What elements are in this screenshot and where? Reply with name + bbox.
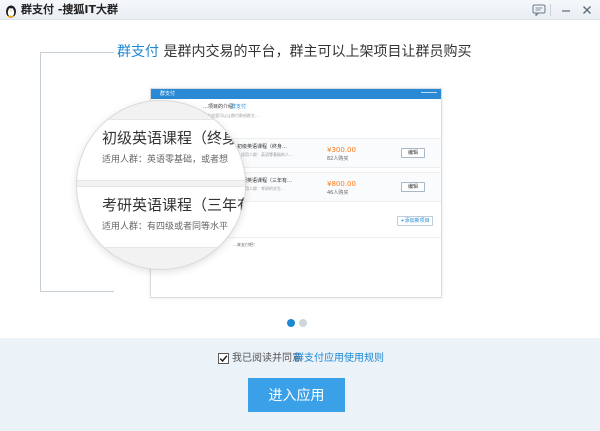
intro-headline: 群支付 是群内交易的平台，群主可以上架项目让群员购买	[117, 43, 471, 61]
preview-row-price: ¥800.00	[327, 180, 356, 188]
preview-header-link: 群支付	[231, 104, 247, 110]
agreement-checkbox[interactable]	[218, 353, 229, 364]
preview-window-controls	[421, 92, 437, 96]
checkmark-icon	[219, 355, 228, 363]
preview-row-price: ¥300.00	[327, 146, 356, 154]
preview-titlebar: 群支付	[151, 89, 441, 99]
carousel-pager	[287, 319, 311, 327]
penguin-icon	[4, 3, 18, 18]
preview-edit-button: 编辑	[401, 148, 425, 158]
preview-edit-button: 编辑	[401, 182, 425, 192]
pager-dot-active[interactable]	[287, 319, 295, 327]
magnifier-lens: 初级英语课程（终身 适用人群：英语零基础，或者想 考研英语课程（三年有 适用人群…	[76, 100, 246, 270]
preview-row-buyers: 82人购买	[327, 156, 349, 162]
magnified-item-title: 初级英语课程（终身	[102, 129, 238, 147]
window-title: 群支付 -搜狐IT大群	[21, 3, 118, 16]
preview-row-desc: …适用人群：英语零基础的人…	[237, 152, 293, 157]
close-icon[interactable]	[579, 2, 595, 18]
minimize-icon[interactable]	[558, 2, 574, 18]
enter-app-button[interactable]: 进入应用	[248, 378, 345, 412]
pager-dot[interactable]	[299, 319, 307, 327]
preview-title: 群支付	[160, 91, 176, 97]
agreement-text: 我已阅读并同意	[232, 353, 302, 364]
titlebar-separator	[550, 4, 551, 16]
preview-row-buyers: 46人购买	[327, 190, 349, 196]
comment-icon[interactable]	[531, 2, 547, 18]
headline-text: 是群内交易的平台，群主可以上架项目让群员购买	[163, 44, 472, 60]
agreement-rules-link[interactable]: 群支付应用使用规则	[294, 352, 384, 365]
footer-panel: 我已阅读并同意 群支付应用使用规则 进入应用	[0, 338, 600, 431]
preview-add-button: +添加新项目	[397, 216, 433, 226]
magnified-item-title: 考研英语课程（三年有	[102, 196, 246, 214]
magnified-item: 初级英语课程（终身 适用人群：英语零基础，或者想	[77, 119, 245, 181]
window-titlebar: 群支付 -搜狐IT大群	[0, 0, 600, 20]
magnified-item: 考研英语课程（三年有 适用人群：有四级或者同等水平	[77, 186, 246, 248]
magnified-item-subtitle: 适用人群：有四级或者同等水平	[102, 222, 229, 232]
headline-accent: 群支付	[117, 44, 159, 60]
preview-header-title: …项目的介绍	[203, 104, 234, 110]
magnified-item-subtitle: 适用人群：英语零基础，或者想	[102, 155, 229, 165]
